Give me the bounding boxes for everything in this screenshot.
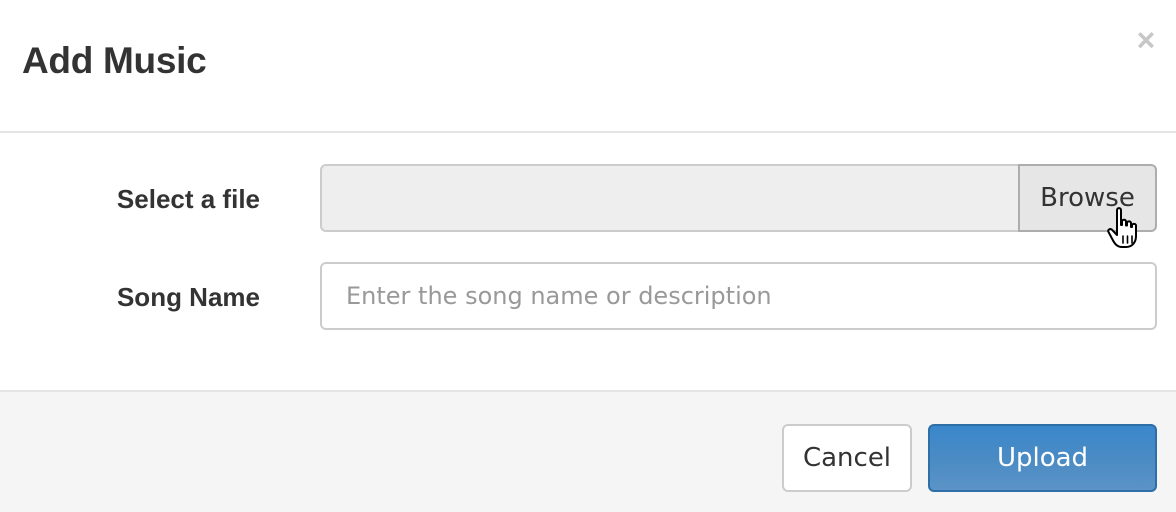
browse-button[interactable]: Browse — [1018, 164, 1157, 232]
close-icon: × — [1136, 22, 1156, 58]
add-music-dialog: Add Music × Select a file Browse Song Na… — [0, 0, 1176, 512]
close-button[interactable]: × — [1130, 24, 1162, 56]
upload-button[interactable]: Upload — [928, 424, 1157, 492]
cancel-button[interactable]: Cancel — [782, 424, 912, 492]
dialog-title: Add Music — [22, 40, 207, 81]
song-name-input[interactable] — [320, 262, 1157, 330]
dialog-header: Add Music × — [0, 0, 1176, 133]
song-name-label: Song Name — [116, 282, 260, 312]
selected-file-field[interactable] — [320, 164, 1018, 232]
file-picker: Browse — [320, 164, 1157, 232]
select-file-label: Select a file — [116, 184, 260, 214]
dialog-footer: Cancel Upload — [0, 390, 1176, 512]
